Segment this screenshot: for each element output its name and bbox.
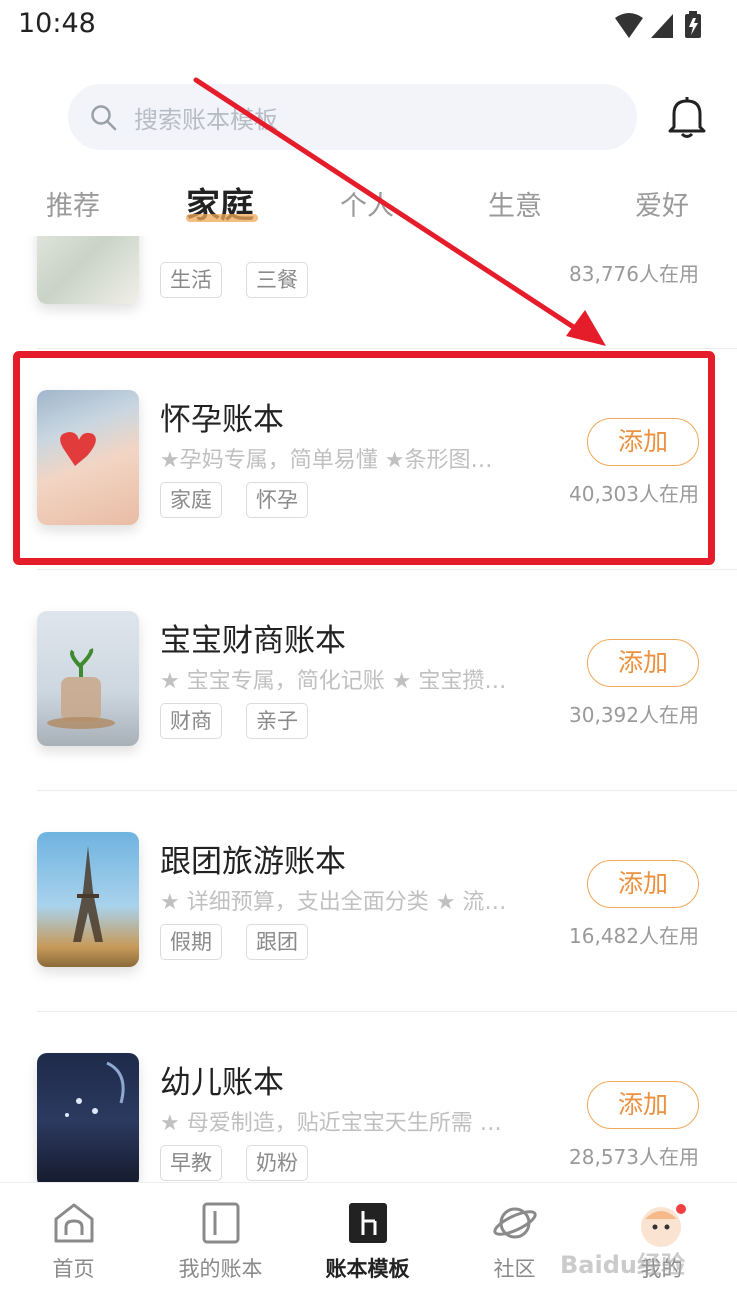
search-icon xyxy=(91,105,117,131)
item-title: 跟团旅游账本 xyxy=(160,844,346,880)
search-placeholder: 搜索账本模板 xyxy=(134,106,278,134)
avatar-icon xyxy=(640,1204,686,1247)
baby-mobile-icon xyxy=(65,1061,125,1117)
item-tag: 生活 xyxy=(160,262,222,298)
add-button[interactable]: 添加 xyxy=(587,639,699,687)
item-description: ★ 宝宝专属，简化记账 ★ 宝宝攒… xyxy=(160,669,507,694)
ledger-icon xyxy=(202,1202,239,1244)
annotation-highlight-box xyxy=(13,351,715,565)
item-users: 16,482人在用 xyxy=(569,924,699,948)
nav-templates[interactable]: 账本模板 xyxy=(294,1183,441,1311)
item-title: 宝宝财商账本 xyxy=(160,623,346,659)
home-icon xyxy=(54,1203,93,1243)
eiffel-tower-icon xyxy=(73,846,103,942)
item-tag: 奶粉 xyxy=(246,1145,308,1181)
list-item[interactable]: 跟团旅游账本 ★ 详细预算，支出全面分类 ★ 流… 假期 跟团 添加 16,48… xyxy=(0,790,737,1011)
bell-icon[interactable] xyxy=(666,95,708,139)
item-thumbnail xyxy=(37,236,139,304)
item-users: 28,573人在用 xyxy=(569,1145,699,1169)
category-tabs: 推荐 家庭 个人 生意 爱好 xyxy=(0,178,737,232)
nav-label: 首页 xyxy=(52,1257,95,1281)
status-icons xyxy=(615,11,701,38)
tab-business[interactable]: 生意 xyxy=(488,184,542,223)
item-tag: 跟团 xyxy=(246,924,308,960)
planet-icon xyxy=(492,1207,537,1239)
item-description: ★ 详细预算，支出全面分类 ★ 流… xyxy=(160,890,507,915)
item-tag: 假期 xyxy=(160,924,222,960)
tab-recommend[interactable]: 推荐 xyxy=(46,184,100,223)
add-button[interactable]: 添加 xyxy=(587,860,699,908)
list-item[interactable]: 幼儿账本 ★ 母爱制造，贴近宝宝天生所需 … 早教 奶粉 添加 28,573人在… xyxy=(0,1011,737,1182)
active-tab-underline xyxy=(186,214,258,222)
savings-jar-icon xyxy=(47,648,115,729)
item-tag: 财商 xyxy=(160,703,222,739)
tab-hobby[interactable]: 爱好 xyxy=(635,184,689,223)
wifi-icon xyxy=(615,13,643,38)
status-bar: 10:48 xyxy=(0,0,737,52)
item-thumbnail xyxy=(37,832,139,967)
watermark: Baidu经验 xyxy=(560,1251,685,1279)
tab-personal[interactable]: 个人 xyxy=(340,184,394,223)
nav-my-ledger[interactable]: 我的账本 xyxy=(147,1183,294,1311)
item-tag: 早教 xyxy=(160,1145,222,1181)
status-time: 10:48 xyxy=(18,8,96,39)
list-item-partial[interactable]: 生活 三餐 83,776人在用 xyxy=(0,236,737,348)
list-item[interactable]: 宝宝财商账本 ★ 宝宝专属，简化记账 ★ 宝宝攒… 财商 亲子 添加 30,39… xyxy=(0,569,737,790)
item-title: 幼儿账本 xyxy=(160,1065,284,1101)
nav-home[interactable]: 首页 xyxy=(0,1183,147,1311)
item-users: 83,776人在用 xyxy=(569,262,699,286)
add-button[interactable]: 添加 xyxy=(587,1081,699,1129)
nav-label: 我的账本 xyxy=(178,1257,263,1281)
signal-icon xyxy=(651,14,673,38)
item-tag: 三餐 xyxy=(246,262,308,298)
item-thumbnail xyxy=(37,611,139,746)
search-input[interactable]: 搜索账本模板 xyxy=(68,84,637,150)
template-icon xyxy=(348,1203,387,1243)
nav-label: 账本模板 xyxy=(325,1257,410,1281)
item-users: 30,392人在用 xyxy=(569,703,699,727)
item-description: ★ 母爱制造，贴近宝宝天生所需 … xyxy=(160,1111,502,1136)
item-tag: 亲子 xyxy=(246,703,308,739)
item-thumbnail xyxy=(37,1053,139,1182)
